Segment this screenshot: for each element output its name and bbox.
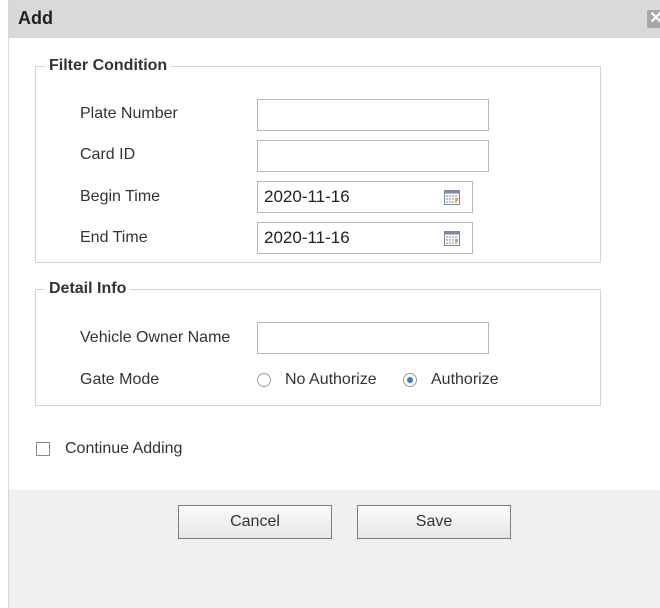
calendar-icon[interactable] bbox=[444, 190, 460, 210]
end-time-label: End Time bbox=[80, 229, 148, 246]
dialog-content: Filter Condition Plate Number Card ID Be… bbox=[9, 38, 660, 490]
detail-info-legend: Detail Info bbox=[49, 280, 127, 297]
filter-condition-legend: Filter Condition bbox=[49, 57, 168, 74]
continue-adding-checkbox[interactable] bbox=[36, 442, 50, 456]
authorize-label[interactable]: Authorize bbox=[431, 371, 499, 389]
begin-time-label: Begin Time bbox=[80, 188, 161, 205]
dialog-titlebar[interactable]: Add ✕ bbox=[9, 0, 660, 38]
no-authorize-label[interactable]: No Authorize bbox=[285, 371, 377, 389]
begin-time-input[interactable] bbox=[258, 182, 428, 212]
vehicle-owner-name-field[interactable] bbox=[257, 322, 489, 354]
vehicle-owner-name-label: Vehicle Owner Name bbox=[80, 329, 231, 346]
authorize-radio[interactable] bbox=[403, 373, 417, 387]
calendar-icon[interactable] bbox=[444, 231, 460, 251]
begin-time-field[interactable] bbox=[257, 181, 473, 213]
plate-number-input[interactable] bbox=[258, 100, 488, 130]
vehicle-owner-name-input[interactable] bbox=[258, 323, 488, 353]
card-id-field[interactable] bbox=[257, 140, 489, 172]
gate-mode-label: Gate Mode bbox=[80, 371, 160, 388]
continue-adding-label[interactable]: Continue Adding bbox=[65, 440, 182, 458]
dialog-footer: Cancel Save bbox=[9, 490, 660, 608]
add-dialog: Add ✕ Filter Condition Plate Number Card… bbox=[8, 0, 660, 608]
close-icon[interactable]: ✕ bbox=[647, 10, 660, 28]
end-time-field[interactable] bbox=[257, 222, 473, 254]
plate-number-field[interactable] bbox=[257, 99, 489, 131]
dialog-title: Add bbox=[18, 8, 53, 28]
end-time-input[interactable] bbox=[258, 223, 428, 253]
no-authorize-radio[interactable] bbox=[257, 373, 271, 387]
save-button[interactable]: Save bbox=[357, 505, 511, 539]
plate-number-label: Plate Number bbox=[80, 105, 178, 122]
cancel-button[interactable]: Cancel bbox=[178, 505, 332, 539]
card-id-label: Card ID bbox=[80, 146, 136, 163]
card-id-input[interactable] bbox=[258, 141, 488, 171]
